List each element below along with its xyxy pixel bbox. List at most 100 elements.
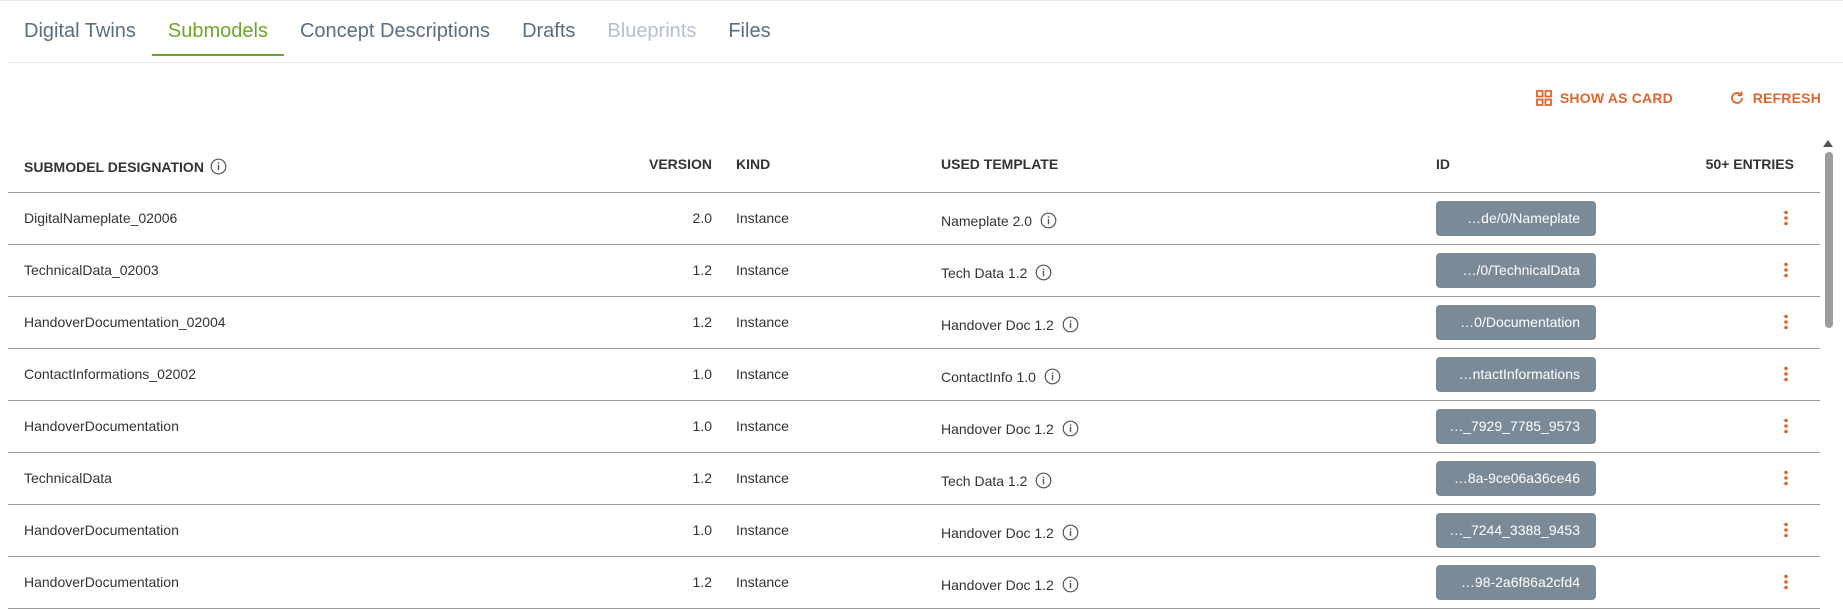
cell-version: 1.0 — [692, 418, 712, 434]
row-menu-button[interactable] — [1778, 366, 1794, 384]
table-header: SUBMODEL DESIGNATION VERSION KIND USED T… — [8, 138, 1820, 193]
cell-version: 1.2 — [692, 262, 712, 278]
entries-count: 50+ ENTRIES — [1705, 156, 1794, 172]
table-row[interactable]: HandoverDocumentation_02004 1.2 Instance Ha… — [8, 297, 1820, 349]
table-row[interactable]: HandoverDocumentation 1.2 Instance Handover… — [8, 557, 1820, 609]
row-menu-button[interactable] — [1778, 470, 1794, 488]
id-chip[interactable]: …de/0/Nameplate — [1436, 201, 1596, 236]
cell-template: Handover Doc 1.2 — [941, 420, 1079, 437]
cell-designation: HandoverDocumentation — [24, 418, 179, 434]
row-menu-button[interactable] — [1778, 418, 1794, 436]
cell-kind: Instance — [736, 418, 789, 434]
cell-kind: Instance — [736, 470, 789, 486]
cell-kind: Instance — [736, 522, 789, 538]
show-as-card-button[interactable]: SHOW AS CARD — [1535, 90, 1673, 106]
cell-template: Handover Doc 1.2 — [941, 316, 1079, 333]
refresh-icon — [1730, 91, 1743, 104]
info-icon[interactable] — [1062, 524, 1079, 541]
info-icon[interactable] — [1062, 316, 1079, 333]
header-designation-label: SUBMODEL DESIGNATION — [24, 158, 204, 175]
header-designation[interactable]: SUBMODEL DESIGNATION — [24, 158, 227, 175]
id-chip[interactable]: …98-2a6f86a2cfd4 — [1436, 565, 1596, 600]
cell-version: 1.2 — [692, 470, 712, 486]
cell-designation: TechnicalData — [24, 470, 112, 486]
tab-blueprints: Blueprints — [607, 20, 697, 42]
cell-template: Handover Doc 1.2 — [941, 576, 1079, 593]
id-chip[interactable]: …_7244_3388_9453 — [1436, 513, 1596, 548]
cell-kind: Instance — [736, 314, 789, 330]
refresh-button[interactable]: REFRESH — [1729, 90, 1821, 106]
tab-files[interactable]: Files — [712, 0, 786, 54]
header-version[interactable]: VERSION — [649, 156, 712, 172]
show-as-card-label: SHOW AS CARD — [1559, 90, 1673, 106]
tab-bar: Digital Twins Submodels Concept Descript… — [8, 0, 787, 56]
cell-template: Handover Doc 1.2 — [941, 524, 1079, 541]
cell-version: 1.0 — [692, 522, 712, 538]
cell-version: 1.2 — [692, 314, 712, 330]
info-icon[interactable] — [1062, 420, 1079, 437]
template-label: Tech Data 1.2 — [941, 472, 1028, 489]
row-menu-button[interactable] — [1778, 262, 1794, 280]
row-menu-button[interactable] — [1778, 210, 1794, 228]
cell-template: Nameplate 2.0 — [941, 212, 1057, 229]
cell-template: Tech Data 1.2 — [941, 264, 1052, 281]
row-menu-button[interactable] — [1778, 314, 1794, 332]
info-icon[interactable] — [210, 158, 227, 175]
table-row[interactable]: TechnicalData_02003 1.2 Instance Tech Data … — [8, 245, 1820, 297]
table-body: DigitalNameplate_02006 2.0 Instance Namepla… — [8, 193, 1820, 609]
template-label: Handover Doc 1.2 — [941, 420, 1054, 437]
more-vertical-icon — [1784, 314, 1788, 330]
tab-drafts[interactable]: Drafts — [506, 0, 591, 54]
table-row[interactable]: HandoverDocumentation 1.0 Instance Handover… — [8, 401, 1820, 453]
cell-kind: Instance — [736, 210, 789, 226]
header-kind[interactable]: KIND — [736, 156, 770, 172]
template-label: Handover Doc 1.2 — [941, 316, 1054, 333]
more-vertical-icon — [1784, 522, 1788, 538]
more-vertical-icon — [1784, 470, 1788, 486]
template-label: ContactInfo 1.0 — [941, 368, 1036, 385]
template-label: Handover Doc 1.2 — [941, 524, 1054, 541]
more-vertical-icon — [1784, 574, 1788, 590]
table-row[interactable]: ContactInformations_02002 1.0 Instance Cont… — [8, 349, 1820, 401]
id-chip[interactable]: …ntactInformations — [1436, 357, 1596, 392]
scroll-up-arrow[interactable] — [1823, 140, 1833, 147]
grid-icon — [1535, 90, 1552, 106]
id-chip[interactable]: …_7929_7785_9573 — [1436, 409, 1596, 444]
tab-digital-twins[interactable]: Digital Twins — [8, 0, 152, 54]
more-vertical-icon — [1784, 262, 1788, 278]
header-id[interactable]: ID — [1436, 156, 1450, 172]
cell-kind: Instance — [736, 574, 789, 590]
cell-kind: Instance — [736, 366, 789, 382]
template-label: Tech Data 1.2 — [941, 264, 1028, 281]
tab-concept-descriptions[interactable]: Concept Descriptions — [284, 0, 506, 54]
info-icon[interactable] — [1044, 368, 1061, 385]
id-chip[interactable]: …0/Documentation — [1436, 305, 1596, 340]
table-row[interactable]: TechnicalData 1.2 Instance Tech Data 1.2 …8a… — [8, 453, 1820, 505]
info-icon[interactable] — [1040, 212, 1057, 229]
cell-designation: HandoverDocumentation_02004 — [24, 314, 226, 330]
more-vertical-icon — [1784, 418, 1788, 434]
cell-template: ContactInfo 1.0 — [941, 368, 1061, 385]
info-icon[interactable] — [1035, 264, 1052, 281]
cell-designation: HandoverDocumentation — [24, 574, 179, 590]
cell-version: 2.0 — [692, 210, 712, 226]
tab-submodels[interactable]: Submodels — [151, 0, 284, 56]
table-row[interactable]: DigitalNameplate_02006 2.0 Instance Namepla… — [8, 193, 1820, 245]
cell-template: Tech Data 1.2 — [941, 472, 1052, 489]
id-chip[interactable]: …8a-9ce06a36ce46 — [1436, 461, 1596, 496]
cell-version: 1.0 — [692, 366, 712, 382]
submodels-table: SUBMODEL DESIGNATION VERSION KIND USED T… — [8, 138, 1820, 609]
info-icon[interactable] — [1062, 576, 1079, 593]
cell-designation: TechnicalData_02003 — [24, 262, 159, 278]
cell-version: 1.2 — [692, 574, 712, 590]
cell-designation: ContactInformations_02002 — [24, 366, 196, 382]
id-chip[interactable]: …/0/TechnicalData — [1436, 253, 1596, 288]
table-row[interactable]: HandoverDocumentation 1.0 Instance Handover… — [8, 505, 1820, 557]
cell-kind: Instance — [736, 262, 789, 278]
cell-designation: HandoverDocumentation — [24, 522, 179, 538]
row-menu-button[interactable] — [1778, 522, 1794, 540]
header-template[interactable]: USED TEMPLATE — [941, 156, 1058, 172]
row-menu-button[interactable] — [1778, 574, 1794, 592]
scrollbar-thumb[interactable] — [1825, 152, 1833, 328]
info-icon[interactable] — [1035, 472, 1052, 489]
